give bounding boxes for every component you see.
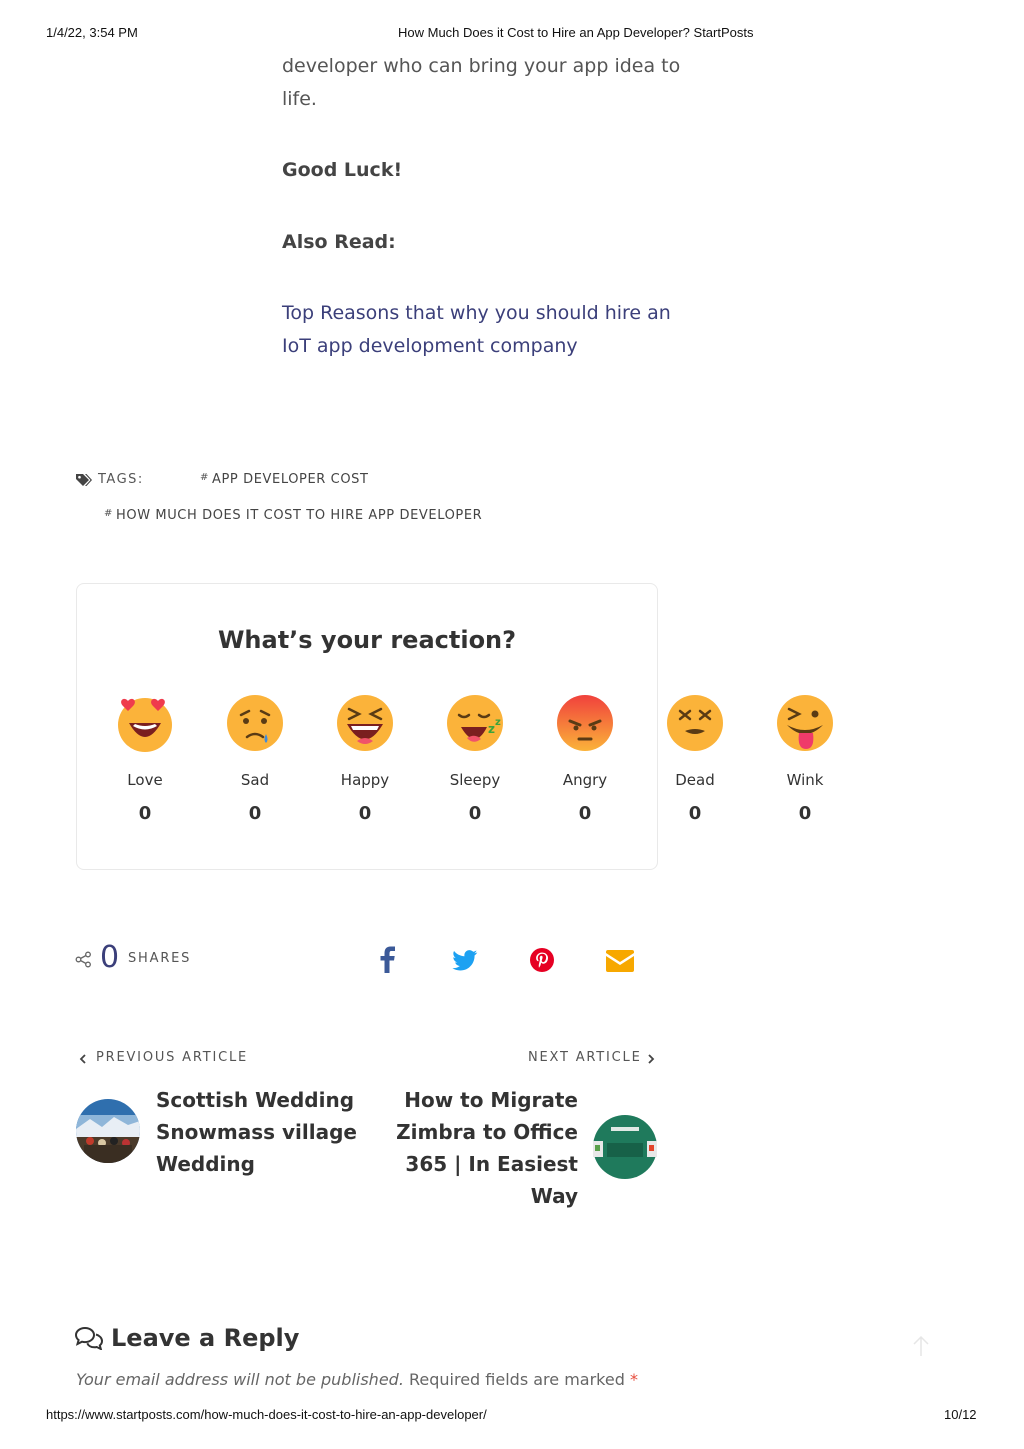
reaction-count: 0 bbox=[578, 803, 592, 824]
pinterest-share-button[interactable] bbox=[530, 948, 554, 976]
previous-article-title[interactable]: Scottish Wedding Snowmass village Weddin… bbox=[156, 1084, 357, 1180]
back-to-top-arrow-icon[interactable] bbox=[912, 1335, 930, 1361]
email-icon bbox=[606, 950, 634, 972]
share-icon bbox=[75, 951, 92, 972]
reaction-label: Angry bbox=[562, 771, 608, 789]
reaction-love[interactable]: Love 0 bbox=[90, 693, 200, 824]
next-article-title-line: Zimbra to Office bbox=[396, 1120, 578, 1144]
dead-emoji-icon bbox=[667, 695, 723, 751]
reaction-dead[interactable]: Dead 0 bbox=[640, 693, 750, 824]
reply-notice-text: Required fields are marked bbox=[409, 1370, 625, 1389]
reaction-count: 0 bbox=[688, 803, 702, 824]
article-text-line: developer who can bring your app idea to bbox=[282, 55, 681, 77]
chevron-left-icon bbox=[78, 1050, 88, 1069]
reaction-label: Sad bbox=[240, 771, 270, 789]
reaction-count: 0 bbox=[358, 803, 372, 824]
reaction-label: Happy bbox=[340, 771, 390, 789]
next-article-title[interactable]: How to Migrate Zimbra to Office 365 | In… bbox=[378, 1084, 578, 1212]
reply-notice: Your email address will not be published… bbox=[76, 1370, 638, 1389]
twitter-share-button[interactable] bbox=[452, 950, 478, 975]
print-datetime: 1/4/22, 3:54 PM bbox=[46, 25, 138, 40]
sleepy-emoji-icon: z z bbox=[447, 695, 503, 751]
pinterest-icon bbox=[530, 948, 554, 972]
reaction-angry[interactable]: Angry 0 bbox=[530, 693, 640, 824]
also-read-heading: Also Read: bbox=[282, 231, 396, 253]
also-read-link-line: IoT app development company bbox=[282, 335, 578, 357]
also-read-link-line: Top Reasons that why you should hire an bbox=[282, 302, 671, 324]
tag-text: HOW MUCH DOES IT COST TO HIRE APP DEVELO… bbox=[115, 508, 483, 523]
next-article-label-text: NEXT ARTICLE bbox=[528, 1050, 642, 1065]
comments-icon bbox=[74, 1326, 104, 1354]
tags-label: TAGS: bbox=[98, 472, 144, 487]
tag-text: APP DEVELOPER COST bbox=[211, 472, 369, 487]
required-asterisk: * bbox=[629, 1370, 638, 1389]
reaction-happy[interactable]: Happy 0 bbox=[310, 693, 420, 824]
tag-link[interactable]: # APP DEVELOPER COST bbox=[200, 472, 369, 487]
twitter-icon bbox=[452, 950, 478, 971]
wink-emoji-icon bbox=[777, 695, 833, 751]
print-page-number: 10/12 bbox=[944, 1407, 977, 1422]
next-article-title-line: 365 | In Easiest bbox=[405, 1152, 578, 1176]
love-emoji-icon bbox=[118, 698, 172, 752]
reply-notice-italic: Your email address will not be published… bbox=[76, 1370, 404, 1389]
article-text-line: life. bbox=[282, 88, 317, 110]
share-count: 0 bbox=[100, 940, 120, 975]
reaction-label: Wink bbox=[786, 771, 824, 789]
facebook-share-button[interactable] bbox=[378, 946, 398, 978]
reaction-count: 0 bbox=[798, 803, 812, 824]
reaction-list: Love 0 Sad 0 Happy 0 z z Sleepy 0 Angry … bbox=[90, 693, 860, 824]
angry-emoji-icon bbox=[557, 695, 613, 751]
reaction-count: 0 bbox=[138, 803, 152, 824]
next-article-thumbnail[interactable] bbox=[593, 1115, 657, 1183]
print-url: https://www.startposts.com/how-much-does… bbox=[46, 1407, 487, 1422]
next-article-title-line: How to Migrate bbox=[404, 1088, 578, 1112]
print-page-title: How Much Does it Cost to Hire an App Dev… bbox=[398, 25, 754, 40]
tag-link[interactable]: # HOW MUCH DOES IT COST TO HIRE APP DEVEL… bbox=[104, 508, 482, 523]
previous-article-title-line: Snowmass village bbox=[156, 1120, 357, 1144]
email-share-button[interactable] bbox=[606, 950, 634, 976]
leave-reply-heading: Leave a Reply bbox=[111, 1324, 300, 1352]
reaction-count: 0 bbox=[468, 803, 482, 824]
reaction-label: Love bbox=[127, 771, 163, 789]
previous-article-title-line: Scottish Wedding bbox=[156, 1088, 355, 1112]
reaction-label: Dead bbox=[675, 771, 715, 789]
happy-emoji-icon bbox=[337, 695, 393, 751]
previous-article-thumbnail[interactable] bbox=[76, 1099, 140, 1167]
svg-text:z: z bbox=[495, 717, 501, 728]
share-label: SHARES bbox=[128, 951, 192, 966]
facebook-icon bbox=[380, 946, 395, 973]
chevron-right-icon bbox=[646, 1050, 656, 1069]
tags-icon bbox=[75, 472, 93, 491]
next-article-title-line: Way bbox=[530, 1184, 578, 1208]
sad-emoji-icon bbox=[227, 695, 283, 751]
next-article-label[interactable]: NEXT ARTICLE bbox=[528, 1050, 642, 1065]
reaction-count: 0 bbox=[248, 803, 262, 824]
also-read-link[interactable]: Top Reasons that why you should hire an … bbox=[282, 297, 671, 363]
svg-text:z: z bbox=[488, 722, 495, 736]
reaction-title: What’s your reaction? bbox=[217, 626, 517, 654]
reaction-label: Sleepy bbox=[449, 771, 501, 789]
previous-article-label-text: PREVIOUS ARTICLE bbox=[96, 1050, 249, 1065]
reaction-sad[interactable]: Sad 0 bbox=[200, 693, 310, 824]
reaction-sleepy[interactable]: z z Sleepy 0 bbox=[420, 693, 530, 824]
tag-hash: # bbox=[200, 472, 209, 483]
previous-article-title-line: Wedding bbox=[156, 1152, 255, 1176]
reaction-wink[interactable]: Wink 0 bbox=[750, 693, 860, 824]
tag-hash: # bbox=[104, 508, 113, 519]
good-luck-text: Good Luck! bbox=[282, 159, 403, 181]
previous-article-label[interactable]: PREVIOUS ARTICLE bbox=[96, 1050, 248, 1065]
